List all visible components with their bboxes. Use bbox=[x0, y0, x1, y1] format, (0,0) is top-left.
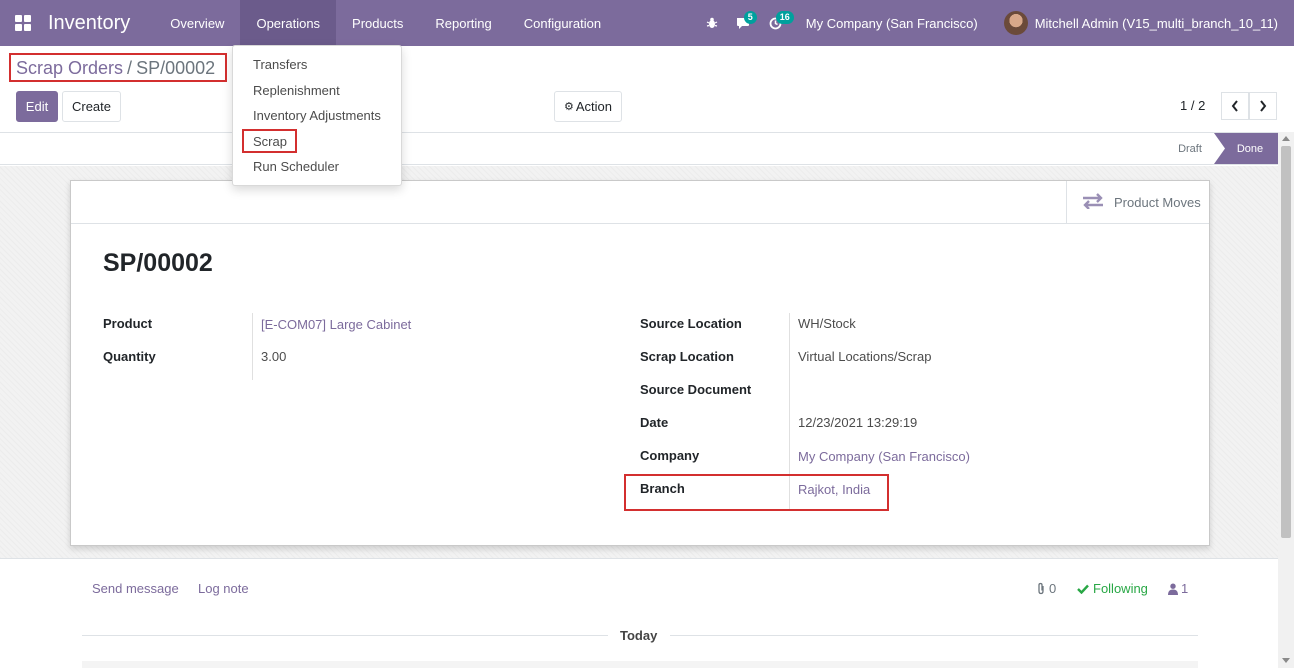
record-title: SP/00002 bbox=[103, 249, 213, 277]
highlight-box-breadcrumb bbox=[9, 53, 227, 82]
transfer-arrows-icon bbox=[1081, 193, 1105, 212]
pager-value[interactable]: 1 / 2 bbox=[1180, 98, 1205, 113]
chevron-left-icon bbox=[1231, 100, 1238, 112]
status-done[interactable]: Done bbox=[1214, 133, 1278, 164]
product-value[interactable]: [E-COM07] Large Cabinet bbox=[261, 317, 411, 332]
today-divider-right bbox=[670, 635, 1198, 636]
action-button-label: Action bbox=[575, 99, 612, 114]
check-icon bbox=[1077, 584, 1089, 594]
date-value: 12/23/2021 13:29:19 bbox=[798, 415, 918, 430]
status-bar: Draft Done bbox=[0, 132, 1278, 165]
smart-button-bar: Product Moves bbox=[71, 181, 1209, 224]
operations-dropdown: Transfers Replenishment Inventory Adjust… bbox=[232, 45, 402, 186]
scroll-up-arrow-icon[interactable] bbox=[1282, 136, 1290, 141]
menu-reporting[interactable]: Reporting bbox=[419, 0, 507, 46]
log-note-button[interactable]: Log note bbox=[198, 581, 249, 596]
company-switcher[interactable]: My Company (San Francisco) bbox=[792, 16, 994, 31]
dropdown-item-run-scheduler[interactable]: Run Scheduler bbox=[233, 154, 401, 180]
quantity-label: Quantity bbox=[103, 349, 156, 364]
dropdown-item-replenishment[interactable]: Replenishment bbox=[233, 78, 401, 104]
pager-next-button[interactable] bbox=[1249, 92, 1277, 120]
today-separator: Today bbox=[620, 628, 658, 643]
dropdown-item-inventory-adjustments[interactable]: Inventory Adjustments bbox=[233, 103, 401, 129]
source-location-label: Source Location bbox=[640, 316, 742, 331]
message-item bbox=[82, 661, 1198, 668]
followers-button[interactable]: 1 bbox=[1168, 581, 1188, 596]
pager-previous-button[interactable] bbox=[1221, 92, 1249, 120]
product-label: Product bbox=[103, 316, 153, 331]
source-document-label: Source Document bbox=[640, 382, 752, 397]
chatter: Send message Log note 0 Following 1 Toda… bbox=[0, 558, 1278, 668]
create-button[interactable]: Create bbox=[62, 91, 121, 122]
scrap-location-label: Scrap Location bbox=[640, 349, 734, 364]
menu-operations[interactable]: Operations bbox=[240, 0, 337, 46]
scrap-location-value: Virtual Locations/Scrap bbox=[798, 349, 932, 364]
attachments-button[interactable]: 0 bbox=[1036, 581, 1056, 596]
product-moves-label: Product Moves bbox=[1114, 195, 1201, 210]
status-draft[interactable]: Draft bbox=[1168, 133, 1212, 164]
scrollbar[interactable] bbox=[1278, 132, 1294, 668]
attachments-count: 0 bbox=[1049, 581, 1057, 596]
quantity-value: 3.00 bbox=[261, 349, 287, 364]
navbar-systray: 5 16 My Company (San Francisco) Mitchell… bbox=[696, 0, 1294, 46]
menu-overview[interactable]: Overview bbox=[154, 0, 240, 46]
company-label: Company bbox=[640, 448, 700, 463]
messages-count-badge: 5 bbox=[743, 11, 757, 24]
user-icon bbox=[1168, 583, 1178, 595]
dropdown-item-transfers[interactable]: Transfers bbox=[233, 52, 401, 78]
gear-icon: ⚙ bbox=[563, 101, 574, 113]
followers-count: 1 bbox=[1181, 581, 1189, 596]
paperclip-icon bbox=[1038, 582, 1044, 595]
left-group-divider bbox=[252, 313, 253, 380]
apps-menu-icon[interactable] bbox=[0, 0, 46, 46]
highlight-box-branch bbox=[624, 474, 889, 511]
chevron-right-icon bbox=[1260, 100, 1267, 112]
scroll-thumb[interactable] bbox=[1281, 146, 1291, 538]
product-moves-button[interactable]: Product Moves bbox=[1066, 181, 1209, 224]
following-button[interactable]: Following bbox=[1077, 581, 1148, 596]
highlight-box-scrap bbox=[242, 129, 297, 153]
messages-icon[interactable]: 5 bbox=[728, 0, 760, 46]
activities-count-badge: 16 bbox=[775, 11, 794, 24]
today-divider-left bbox=[82, 635, 608, 636]
company-value[interactable]: My Company (San Francisco) bbox=[798, 449, 970, 464]
scroll-down-arrow-icon[interactable] bbox=[1282, 658, 1290, 663]
activities-clock-icon[interactable]: 16 bbox=[760, 0, 794, 46]
avatar bbox=[1003, 11, 1028, 35]
date-label: Date bbox=[640, 415, 669, 430]
user-menu[interactable]: Mitchell Admin (V15_multi_branch_10_11) bbox=[994, 11, 1294, 35]
action-button[interactable]: ⚙ Action bbox=[554, 91, 622, 122]
app-name[interactable]: Inventory bbox=[48, 12, 154, 35]
user-name: Mitchell Admin (V15_multi_branch_10_11) bbox=[1034, 15, 1278, 31]
following-label: Following bbox=[1093, 581, 1148, 596]
menu-products[interactable]: Products bbox=[336, 0, 419, 46]
top-navbar: Inventory Overview Operations Products R… bbox=[0, 0, 1294, 46]
edit-button[interactable]: Edit bbox=[16, 91, 58, 122]
send-message-button[interactable]: Send message bbox=[92, 581, 179, 596]
source-location-value: WH/Stock bbox=[798, 316, 856, 331]
debug-bug-icon[interactable] bbox=[696, 0, 728, 46]
menu-configuration[interactable]: Configuration bbox=[508, 0, 617, 46]
